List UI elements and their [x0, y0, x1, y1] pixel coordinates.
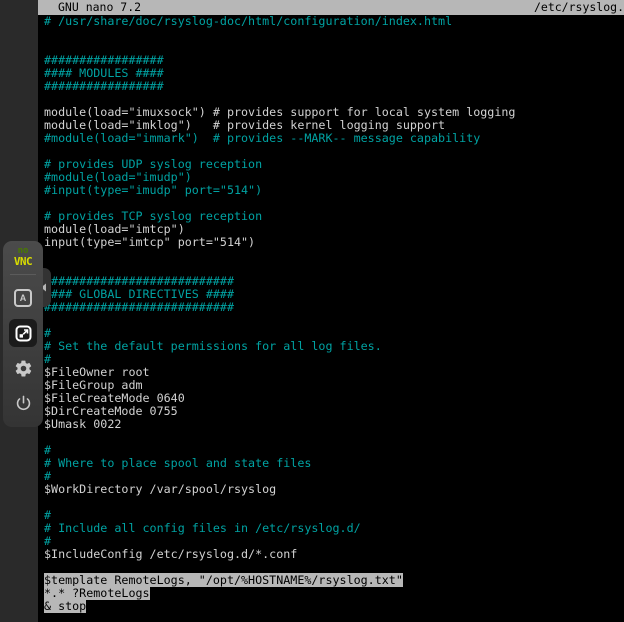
editor-line — [44, 431, 624, 444]
editor-line: # Set the default permissions for all lo… — [44, 340, 624, 353]
novnc-control-bar: no VNC A — [3, 241, 43, 427]
editor-line: $IncludeConfig /etc/rsyslog.d/*.conf — [44, 548, 624, 561]
settings-button[interactable] — [9, 354, 37, 382]
file-path-label: /etc/rsyslog. — [534, 0, 624, 15]
fullscreen-button[interactable] — [9, 319, 37, 347]
power-button[interactable] — [9, 389, 37, 417]
editor-line: & stop — [44, 600, 624, 613]
editor-line: input(type="imtcp" port="514") — [44, 236, 624, 249]
editor-line: # Where to place spool and state files — [44, 457, 624, 470]
editor-line: ################# — [44, 80, 624, 93]
editor-line — [44, 496, 624, 509]
editor-line — [44, 28, 624, 41]
editor-lines: # /usr/share/doc/rsyslog-doc/html/config… — [44, 15, 624, 613]
power-icon — [14, 394, 33, 413]
terminal-screen[interactable]: GNU nano 7.2 /etc/rsyslog. # /usr/share/… — [38, 0, 624, 622]
fullscreen-icon — [15, 325, 32, 342]
editor-line: $WorkDirectory /var/spool/rsyslog — [44, 483, 624, 496]
editor-line: #input(type="imudp" port="514") — [44, 184, 624, 197]
panel-divider — [10, 274, 36, 275]
editor-line — [44, 249, 624, 262]
novnc-logo: no VNC — [14, 247, 32, 267]
keycap-a-icon: A — [14, 289, 32, 307]
editor-line: $Umask 0022 — [44, 418, 624, 431]
editor-line: #module(load="immark") # provides --MARK… — [44, 132, 624, 145]
gear-icon — [14, 359, 33, 378]
editor-line: $DirCreateMode 0755 — [44, 405, 624, 418]
nano-titlebar: GNU nano 7.2 /etc/rsyslog. — [38, 0, 624, 15]
editor-line: # Include all config files in /etc/rsysl… — [44, 522, 624, 535]
editor-line: ########################### — [44, 301, 624, 314]
editor-line — [44, 314, 624, 327]
nano-version-label: GNU nano 7.2 — [38, 0, 141, 15]
novnc-logo-vnc: VNC — [14, 256, 32, 267]
editor-line: *.* ?RemoteLogs — [44, 587, 624, 600]
editor-line: # /usr/share/doc/rsyslog-doc/html/config… — [44, 15, 624, 28]
keyboard-button[interactable]: A — [9, 284, 37, 312]
keycap-letter: A — [20, 293, 27, 303]
